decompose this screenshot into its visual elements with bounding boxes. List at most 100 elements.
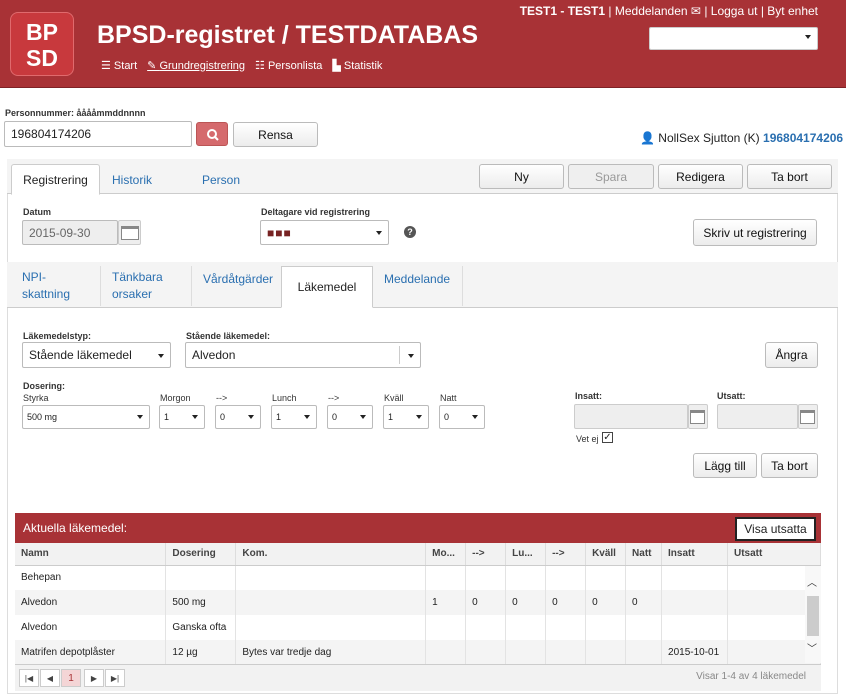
cell <box>505 615 547 640</box>
participants-value: ■■■ <box>267 225 292 240</box>
table-row[interactable]: Alvedon Ganska ofta <box>15 615 822 640</box>
cell: 0 <box>465 590 507 615</box>
chevron-down-icon <box>137 415 143 419</box>
subtab-lakemedel[interactable]: Läkemedel <box>281 266 373 308</box>
chevron-down-icon[interactable]: ﹀ <box>807 640 817 655</box>
chevron-up-icon[interactable]: ︿ <box>807 574 817 589</box>
stop-date-picker[interactable] <box>798 404 818 429</box>
delete-button[interactable]: Ta bort <box>747 164 832 189</box>
clear-button[interactable]: Rensa <box>233 122 318 147</box>
nav-grundregistrering[interactable]: ✎ Grundregistrering <box>147 59 245 72</box>
cell: Bytes var tredje dag <box>235 640 427 665</box>
between-2-select[interactable]: 0 <box>327 405 373 429</box>
chevron-down-icon <box>192 415 198 419</box>
show-stopped-button[interactable]: Visa utsatta <box>735 517 816 541</box>
divider <box>100 266 101 306</box>
help-icon[interactable]: ? <box>404 226 416 238</box>
pnr-input[interactable]: 196804174206 <box>4 121 192 147</box>
start-date-field[interactable] <box>574 404 688 429</box>
nav-start[interactable]: ☰ Start <box>101 59 137 72</box>
start-date-picker[interactable] <box>688 404 708 429</box>
col-lunch[interactable]: Lu... <box>505 543 547 566</box>
col-name[interactable]: Namn <box>15 543 167 566</box>
date-field[interactable]: 2015-09-30 <box>22 220 118 245</box>
col-evening[interactable]: Kväll <box>585 543 627 566</box>
chevron-down-icon <box>360 415 366 419</box>
evening-select[interactable]: 1 <box>383 405 429 429</box>
col-arrow-2[interactable]: --> <box>545 543 587 566</box>
next-page-icon[interactable]: ▶ <box>84 669 104 687</box>
unknown-checkbox[interactable]: ✓ <box>602 432 613 443</box>
col-dosing[interactable]: Dosering <box>165 543 237 566</box>
col-comment[interactable]: Kom. <box>235 543 427 566</box>
participants-select[interactable]: ■■■ <box>260 220 389 245</box>
save-button[interactable]: Spara <box>568 164 654 189</box>
stop-label: Utsatt: <box>717 391 746 401</box>
morning-select[interactable]: 1 <box>159 405 205 429</box>
messages-link[interactable]: Meddelanden <box>615 4 688 18</box>
lunch-select[interactable]: 1 <box>271 405 317 429</box>
night-select[interactable]: 0 <box>439 405 485 429</box>
first-page-icon[interactable]: |◀ <box>19 669 39 687</box>
table-row[interactable]: Matrifen depotplåster 12 µg Bytes var tred… <box>15 640 822 665</box>
subtab-orsaker-l2: orsaker <box>112 287 153 301</box>
table-scrollbar[interactable]: ︿ ﹀ <box>805 566 821 663</box>
nav-personlista[interactable]: ☷ Personlista <box>255 59 322 72</box>
col-night[interactable]: Natt <box>625 543 663 566</box>
envelope-icon[interactable]: ✉ <box>691 4 701 18</box>
tab-registrering[interactable]: Registrering <box>11 164 100 195</box>
arrow-label-1: --> <box>216 393 228 403</box>
chevron-down-icon <box>304 415 310 419</box>
cell: 2015-10-01 <box>661 640 728 665</box>
subtab-vardatgarder[interactable]: Vårdåtgärder <box>195 266 281 308</box>
col-morning[interactable]: Mo... <box>425 543 467 566</box>
subtab-npi[interactable]: NPI-skattning <box>14 266 98 308</box>
current-page[interactable]: 1 <box>61 669 81 687</box>
cell <box>585 615 627 640</box>
table-row[interactable]: Behepan <box>15 565 822 590</box>
prev-page-icon[interactable]: ◀ <box>40 669 60 687</box>
subtab-orsaker[interactable]: Tänkbara orsaker <box>104 266 188 308</box>
strength-select[interactable]: 500 mg <box>22 405 150 429</box>
scrollbar-thumb[interactable] <box>807 596 819 636</box>
col-stop[interactable]: Utsatt <box>727 543 822 566</box>
between-1-select[interactable]: 0 <box>215 405 261 429</box>
calendar-icon <box>121 226 139 240</box>
evening-value: 1 <box>388 412 394 422</box>
stop-date-field[interactable] <box>717 404 798 429</box>
tab-person[interactable]: Person <box>195 164 247 195</box>
cell <box>465 565 507 590</box>
chevron-down-icon <box>408 354 414 358</box>
current-meds-table: Namn Dosering Kom. Mo... --> Lu... --> K… <box>15 543 822 665</box>
chevron-down-icon <box>158 354 164 358</box>
top-links: TEST1 - TEST1 | Meddelanden ✉ | Logga ut… <box>519 4 818 18</box>
standing-med-label: Stående läkemedel: <box>186 331 271 341</box>
logout-link[interactable]: Logga ut <box>711 4 758 18</box>
col-start[interactable]: Insatt <box>661 543 728 566</box>
undo-button[interactable]: Ångra <box>765 342 818 368</box>
standing-med-select[interactable]: Alvedon <box>185 342 421 368</box>
unknown-label: Vet ej <box>576 434 599 444</box>
tab-historik[interactable]: Historik <box>104 164 160 195</box>
print-button[interactable]: Skriv ut registrering <box>693 219 817 246</box>
med-type-select[interactable]: Stående läkemedel <box>22 342 171 368</box>
table-row[interactable]: Alvedon 500 mg 1 0 0 0 0 0 <box>15 590 822 615</box>
search-button[interactable] <box>196 122 228 146</box>
chevron-down-icon <box>472 415 478 419</box>
current-meds-title: Aktuella läkemedel: <box>23 521 128 535</box>
strength-value: 500 mg <box>27 412 58 422</box>
new-button[interactable]: Ny <box>479 164 564 189</box>
app-logo[interactable]: BP SD <box>10 12 74 76</box>
switch-unit-link[interactable]: Byt enhet <box>767 4 818 18</box>
date-picker[interactable] <box>118 220 141 245</box>
edit-button[interactable]: Redigera <box>658 164 743 189</box>
unit-select[interactable] <box>649 27 818 50</box>
last-page-icon[interactable]: ▶| <box>105 669 125 687</box>
subtab-meddelande[interactable]: Meddelande <box>376 266 462 308</box>
patient-pnr-link[interactable]: 196804174206 <box>763 131 843 145</box>
col-arrow-1[interactable]: --> <box>465 543 507 566</box>
remove-button[interactable]: Ta bort <box>761 453 818 478</box>
night-label: Natt <box>440 393 457 403</box>
nav-statistik[interactable]: ▙ Statistik <box>332 59 382 72</box>
add-button[interactable]: Lägg till <box>693 453 757 478</box>
